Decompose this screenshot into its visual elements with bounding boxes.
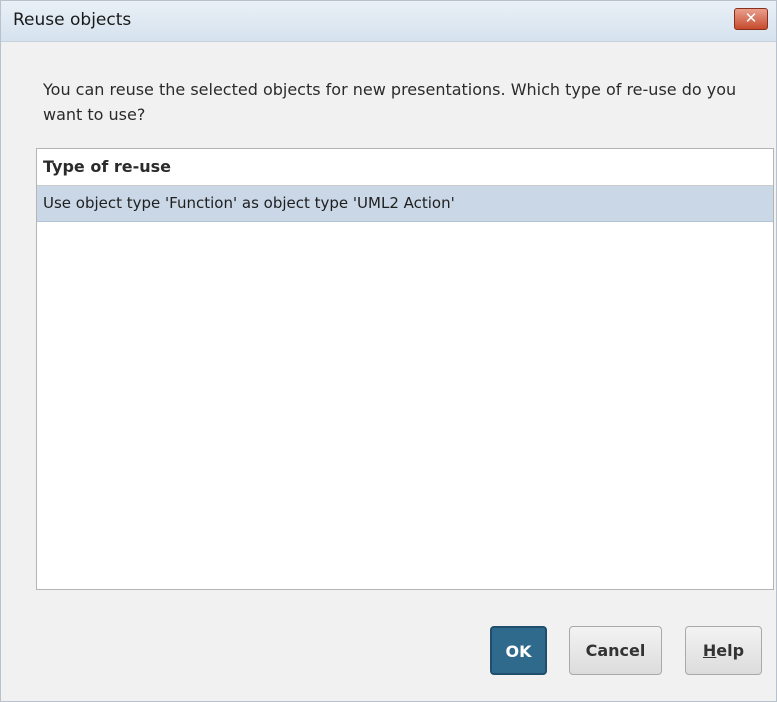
- help-mnemonic: H: [702, 641, 717, 660]
- column-header-type-of-reuse: Type of re-use: [37, 149, 773, 186]
- dialog-title: Reuse objects: [13, 10, 132, 30]
- list-item[interactable]: Use object type 'Function' as object typ…: [37, 186, 773, 222]
- title-bar[interactable]: Reuse objects ✕: [1, 1, 776, 42]
- ok-button[interactable]: OK: [490, 626, 547, 675]
- help-label-rest: elp: [716, 641, 745, 660]
- close-button[interactable]: ✕: [734, 8, 768, 30]
- help-button[interactable]: Help: [685, 626, 762, 675]
- dialog-message: You can reuse the selected objects for n…: [43, 80, 737, 124]
- dialog-body: You can reuse the selected objects for n…: [1, 42, 776, 701]
- close-icon: ✕: [744, 9, 758, 27]
- reuse-objects-dialog: Reuse objects ✕ You can reuse the select…: [0, 0, 777, 702]
- reuse-type-list[interactable]: Type of re-use Use object type 'Function…: [36, 148, 774, 590]
- cancel-button[interactable]: Cancel: [569, 626, 662, 675]
